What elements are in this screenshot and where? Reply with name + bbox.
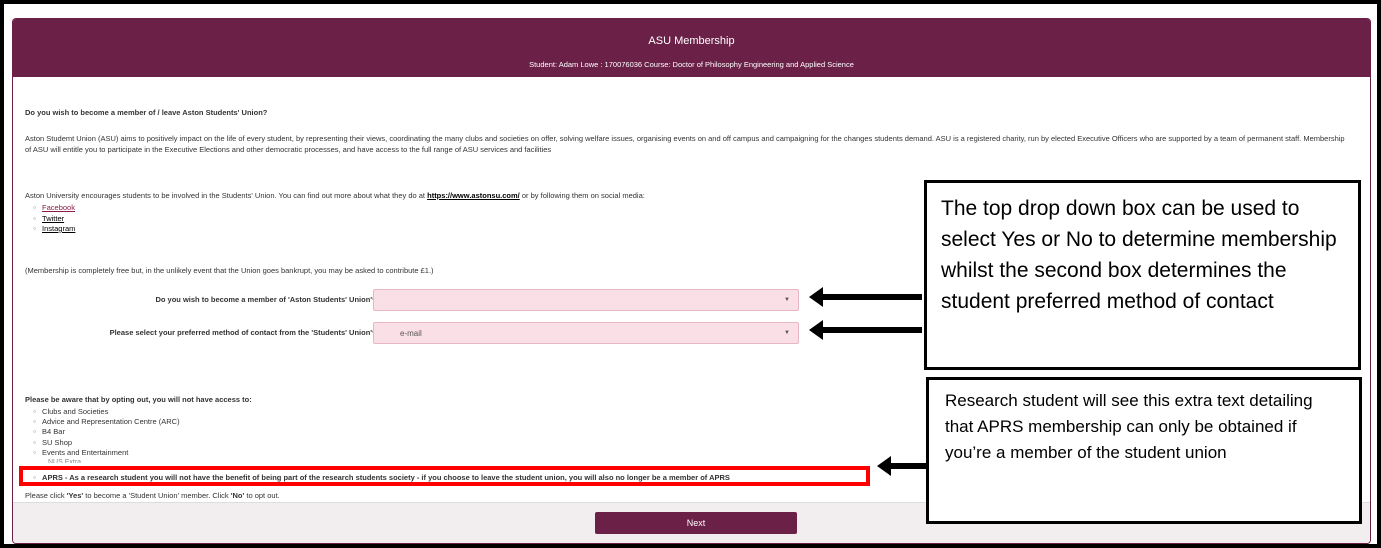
- list-item: Twitter: [33, 214, 75, 225]
- contact-field-row: Please select your preferred method of c…: [25, 322, 805, 346]
- card-header: ASU Membership Student: Adam Lowe : 1700…: [13, 19, 1370, 77]
- membership-select[interactable]: ▼: [373, 289, 799, 311]
- click-suffix: to opt out.: [244, 491, 280, 500]
- list-item: Advice and Representation Centre (ARC): [33, 417, 180, 427]
- list-item: Instagram: [33, 224, 75, 235]
- aprs-notice: APRS - As a research student you will no…: [33, 473, 730, 482]
- encourage-paragraph: Aston University encourages students to …: [25, 190, 645, 201]
- list-item: B4 Bar: [33, 427, 180, 437]
- list-item-nus-extra: NUS Extra: [48, 459, 82, 463]
- astonsu-link[interactable]: https://www.astonsu.com/: [427, 191, 520, 200]
- twitter-link[interactable]: Twitter: [42, 214, 64, 223]
- chevron-down-icon: ▼: [784, 330, 790, 336]
- list-item: Facebook: [33, 203, 75, 214]
- aprs-highlight-box: APRS - As a research student you will no…: [19, 466, 870, 486]
- intro-paragraph: Aston Studemt Union (ASU) aims to positi…: [25, 134, 1345, 154]
- page-title: ASU Membership: [648, 35, 735, 47]
- research-callout: Research student will see this extra tex…: [926, 377, 1362, 524]
- left-arrow-icon: [809, 320, 922, 340]
- click-instruction: Please click 'Yes' to become a 'Student …: [25, 490, 280, 501]
- instagram-link[interactable]: Instagram: [42, 224, 75, 233]
- social-links: Facebook Twitter Instagram: [33, 203, 75, 235]
- list-item: SU Shop: [33, 438, 180, 448]
- next-button[interactable]: Next: [595, 512, 797, 534]
- list-item: Clubs and Societies: [33, 407, 180, 417]
- click-yes: 'Yes': [66, 491, 84, 500]
- click-prefix: Please click: [25, 491, 67, 500]
- student-info: Student: Adam Lowe : 170076036 Course: D…: [529, 60, 854, 69]
- facebook-link[interactable]: Facebook: [42, 203, 75, 212]
- left-arrow-icon: [809, 287, 922, 307]
- optout-title: Please be aware that by opting out, you …: [25, 395, 252, 404]
- click-no: 'No': [230, 491, 245, 500]
- chevron-down-icon: ▼: [784, 297, 790, 303]
- contact-label: Please select your preferred method of c…: [109, 328, 375, 337]
- contact-select-value: e-mail: [400, 329, 422, 338]
- encourage-prefix: Aston University encourages students to …: [25, 191, 428, 200]
- membership-field-row: Do you wish to become a member of 'Aston…: [25, 289, 805, 313]
- click-mid: to become a 'Student Union' member. Clic…: [83, 491, 231, 500]
- screenshot-frame: ASU Membership Student: Adam Lowe : 1700…: [4, 4, 1377, 544]
- question-title: Do you wish to become a member of / leav…: [25, 108, 268, 117]
- membership-free-note: (Membership is completely free but, in t…: [25, 266, 434, 275]
- left-arrow-icon: [877, 456, 926, 476]
- list-item: Events and Entertainment: [33, 448, 180, 458]
- dropdown-callout: The top drop down box can be used to sel…: [924, 180, 1361, 370]
- optout-list: Clubs and Societies Advice and Represent…: [33, 407, 180, 458]
- contact-method-select[interactable]: e-mail ▼: [373, 322, 799, 344]
- encourage-suffix: or by following them on social media:: [519, 191, 645, 200]
- membership-label: Do you wish to become a member of 'Aston…: [155, 295, 375, 304]
